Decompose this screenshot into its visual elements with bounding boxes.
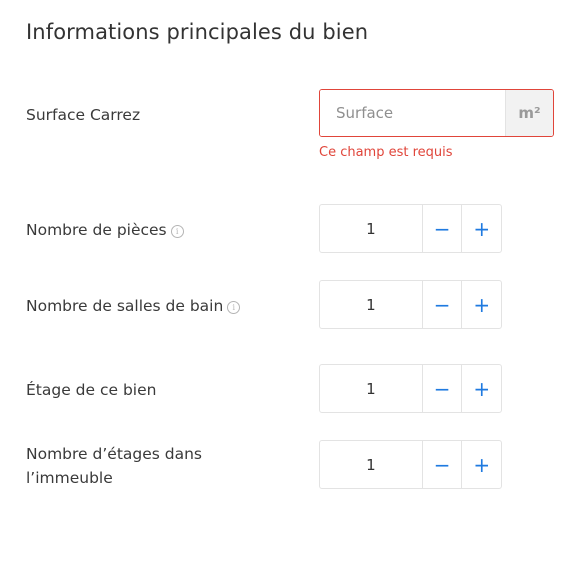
rooms-decrement-button[interactable]: − (421, 205, 462, 252)
bathrooms-label: Nombre de salles de bain i (26, 294, 241, 318)
bathrooms-decrement-button[interactable]: − (421, 281, 462, 328)
floor-label: Étage de ce bien (26, 381, 157, 399)
building-floors-value[interactable]: 1 (320, 441, 422, 488)
building-floors-decrement-button[interactable]: − (421, 441, 462, 488)
surface-label: Surface Carrez (26, 106, 141, 124)
page-title: Informations principales du bien (26, 20, 369, 44)
rooms-value[interactable]: 1 (320, 205, 422, 252)
building-floors-label-line1: Nombre d’étages dans (26, 445, 203, 463)
building-floors-stepper: 1 − + (319, 440, 502, 489)
error-message: Ce champ est requis (319, 145, 453, 160)
info-icon[interactable]: i (227, 301, 241, 314)
floor-stepper: 1 − + (319, 364, 502, 413)
bathrooms-stepper: 1 − + (319, 280, 502, 329)
floor-value[interactable]: 1 (320, 365, 422, 412)
rooms-label: Nombre de pièces i (26, 218, 184, 242)
bathrooms-increment-button[interactable]: + (461, 281, 501, 328)
bathrooms-value[interactable]: 1 (320, 281, 422, 328)
surface-input-group: m² (319, 89, 554, 137)
unit-addon: m² (505, 90, 553, 136)
building-floors-label-line2: l’immeuble (26, 469, 113, 487)
bathrooms-label-text: Nombre de salles de bain (26, 297, 224, 315)
surface-input[interactable] (320, 90, 505, 136)
floor-decrement-button[interactable]: − (421, 365, 462, 412)
floor-increment-button[interactable]: + (461, 365, 501, 412)
rooms-label-text: Nombre de pièces (26, 221, 167, 239)
rooms-increment-button[interactable]: + (461, 205, 501, 252)
building-floors-label: Nombre d’étages dans l’immeuble (26, 442, 202, 490)
info-icon[interactable]: i (170, 225, 184, 238)
rooms-stepper: 1 − + (319, 204, 502, 253)
building-floors-increment-button[interactable]: + (461, 441, 501, 488)
